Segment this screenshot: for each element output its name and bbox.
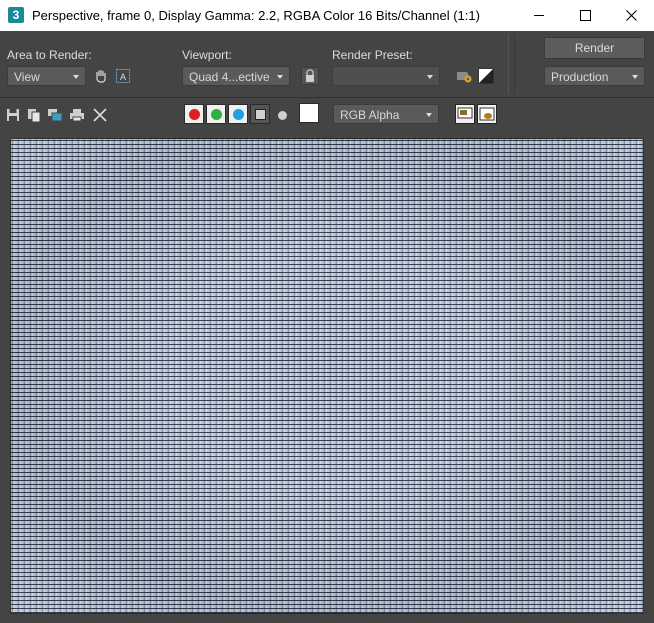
app-icon: 3 (8, 7, 24, 23)
chevron-down-icon (632, 75, 638, 79)
toggle-ui-overlay-button[interactable] (455, 104, 475, 124)
chevron-down-icon (277, 75, 283, 79)
minimize-button[interactable] (516, 0, 562, 31)
red-channel-icon (188, 108, 200, 120)
monochrome-button[interactable] (273, 106, 291, 124)
render-setup-icon (457, 72, 472, 83)
red-channel-button[interactable] (184, 104, 204, 124)
green-channel-button[interactable] (206, 104, 226, 124)
clear-button[interactable] (91, 106, 109, 124)
render-setup-button[interactable] (455, 67, 473, 85)
area-to-render-dropdown[interactable]: View (7, 66, 86, 86)
maximize-icon (579, 10, 591, 21)
copy-image-button[interactable] (25, 106, 43, 124)
close-icon (93, 108, 107, 122)
toggle-ui-button[interactable] (477, 104, 497, 124)
clone-window-button[interactable] (46, 106, 64, 124)
window-title: Perspective, frame 0, Display Gamma: 2.2… (32, 8, 480, 23)
teapot-display-icon (479, 107, 495, 121)
svg-text:A: A (120, 72, 126, 82)
green-channel-icon (210, 108, 222, 120)
print-image-button[interactable] (68, 106, 86, 124)
channel-display-value: RGB Alpha (340, 108, 400, 122)
color-swatch[interactable] (299, 103, 319, 123)
viewport-dropdown[interactable]: Quad 4...ective (182, 66, 290, 86)
title-bar: 3 Perspective, frame 0, Display Gamma: 2… (0, 0, 654, 31)
rendered-image (10, 138, 644, 614)
chevron-down-icon (426, 113, 432, 117)
auto-region-button[interactable]: A (114, 67, 132, 85)
lock-viewport-button[interactable] (301, 67, 319, 85)
alpha-channel-icon (254, 108, 266, 120)
lock-icon (306, 69, 314, 82)
maximize-button[interactable] (562, 0, 608, 31)
blue-channel-icon (232, 108, 244, 120)
panel-divider (514, 34, 515, 94)
edit-region-button[interactable] (92, 67, 110, 85)
display-icon (457, 107, 473, 119)
close-window-button[interactable] (608, 0, 654, 31)
area-to-render-value: View (14, 70, 40, 84)
print-icon (70, 109, 84, 122)
hand-icon (96, 70, 106, 83)
render-preset-dropdown[interactable] (332, 66, 440, 86)
render-button[interactable]: Render (544, 37, 645, 59)
render-preset-label: Render Preset: (332, 48, 413, 62)
environment-effects-button[interactable] (477, 67, 495, 85)
exposure-icon (478, 68, 494, 84)
render-mode-dropdown[interactable]: Production (544, 66, 645, 86)
channel-display-dropdown[interactable]: RGB Alpha (333, 104, 439, 124)
chevron-down-icon (73, 75, 79, 79)
render-mode-value: Production (551, 70, 609, 84)
area-to-render-label: Area to Render: (7, 48, 92, 62)
clone-window-icon (48, 109, 63, 122)
panel-divider (508, 34, 509, 94)
save-icon (7, 109, 19, 121)
minimize-icon (534, 15, 544, 16)
save-image-button[interactable] (4, 106, 22, 124)
monochrome-icon (277, 110, 287, 120)
chevron-down-icon (427, 75, 433, 79)
viewport-label: Viewport: (182, 48, 232, 62)
copy-icon (28, 109, 41, 122)
close-icon (625, 10, 637, 21)
blue-channel-button[interactable] (228, 104, 248, 124)
alpha-channel-button[interactable] (250, 104, 270, 124)
viewport-value: Quad 4...ective (189, 70, 270, 84)
auto-region-icon: A (116, 69, 130, 83)
